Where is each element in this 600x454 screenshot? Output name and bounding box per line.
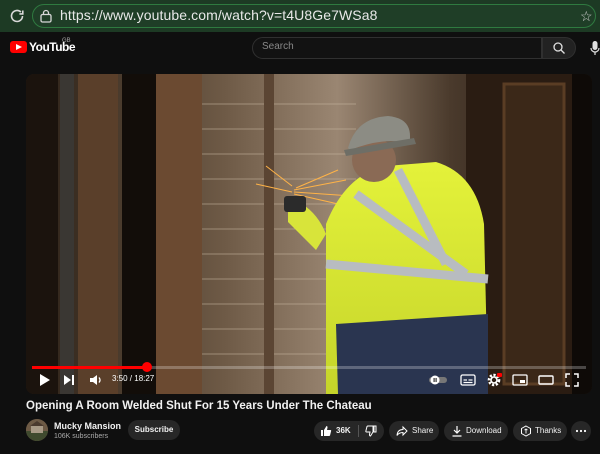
thanks-label: Thanks [535, 426, 562, 435]
more-actions-button[interactable] [571, 421, 591, 441]
subscriber-count: 106K subscribers [54, 433, 109, 440]
bookmark-star-icon[interactable]: ☆ [580, 8, 593, 25]
microphone-icon[interactable] [590, 40, 600, 56]
autoplay-toggle-icon[interactable] [428, 372, 448, 388]
share-button[interactable]: Share [389, 421, 439, 441]
play-icon[interactable] [38, 372, 52, 388]
super-thanks-icon [521, 425, 531, 437]
time-display: 3:50 / 18:27 [112, 374, 155, 383]
site-info-icon[interactable] [40, 9, 52, 23]
channel-name[interactable]: Mucky Mansion [54, 421, 121, 431]
volume-icon[interactable] [88, 372, 104, 388]
channel-avatar-image [26, 419, 48, 441]
thumbs-up-icon[interactable] [320, 425, 332, 437]
video-frame [26, 74, 592, 394]
subscribe-button[interactable]: Subscribe [128, 420, 180, 440]
share-label: Share [412, 426, 434, 435]
miniplayer-icon[interactable] [512, 372, 528, 388]
url-text[interactable]: https://www.youtube.com/watch?v=t4U8Ge7W… [60, 7, 378, 23]
region-code: GB [62, 38, 71, 44]
like-divider [358, 425, 359, 437]
thumbs-down-icon[interactable] [365, 425, 377, 437]
subtitles-icon[interactable] [460, 372, 476, 388]
progress-played [32, 366, 148, 369]
more-horizontal-icon [575, 429, 587, 433]
search-input[interactable] [252, 37, 542, 59]
settings-gear-icon[interactable] [486, 372, 502, 388]
next-icon[interactable] [62, 372, 76, 388]
video-title: Opening A Room Welded Shut For 15 Years … [26, 400, 372, 412]
share-icon [396, 425, 408, 437]
download-icon [452, 426, 462, 437]
download-label: Download [466, 426, 502, 435]
reload-icon[interactable] [8, 7, 26, 25]
download-button[interactable]: Download [444, 421, 508, 441]
like-dislike-group: 36K [314, 421, 384, 441]
theater-mode-icon[interactable] [538, 372, 554, 388]
thanks-button[interactable]: Thanks [513, 421, 567, 441]
search-icon [553, 42, 565, 54]
search-placeholder: Search [262, 41, 294, 52]
channel-avatar[interactable] [26, 419, 48, 441]
video-player[interactable] [26, 74, 592, 394]
youtube-logo-play-icon [16, 44, 22, 50]
like-count[interactable]: 36K [336, 421, 351, 441]
fullscreen-icon[interactable] [564, 372, 580, 388]
